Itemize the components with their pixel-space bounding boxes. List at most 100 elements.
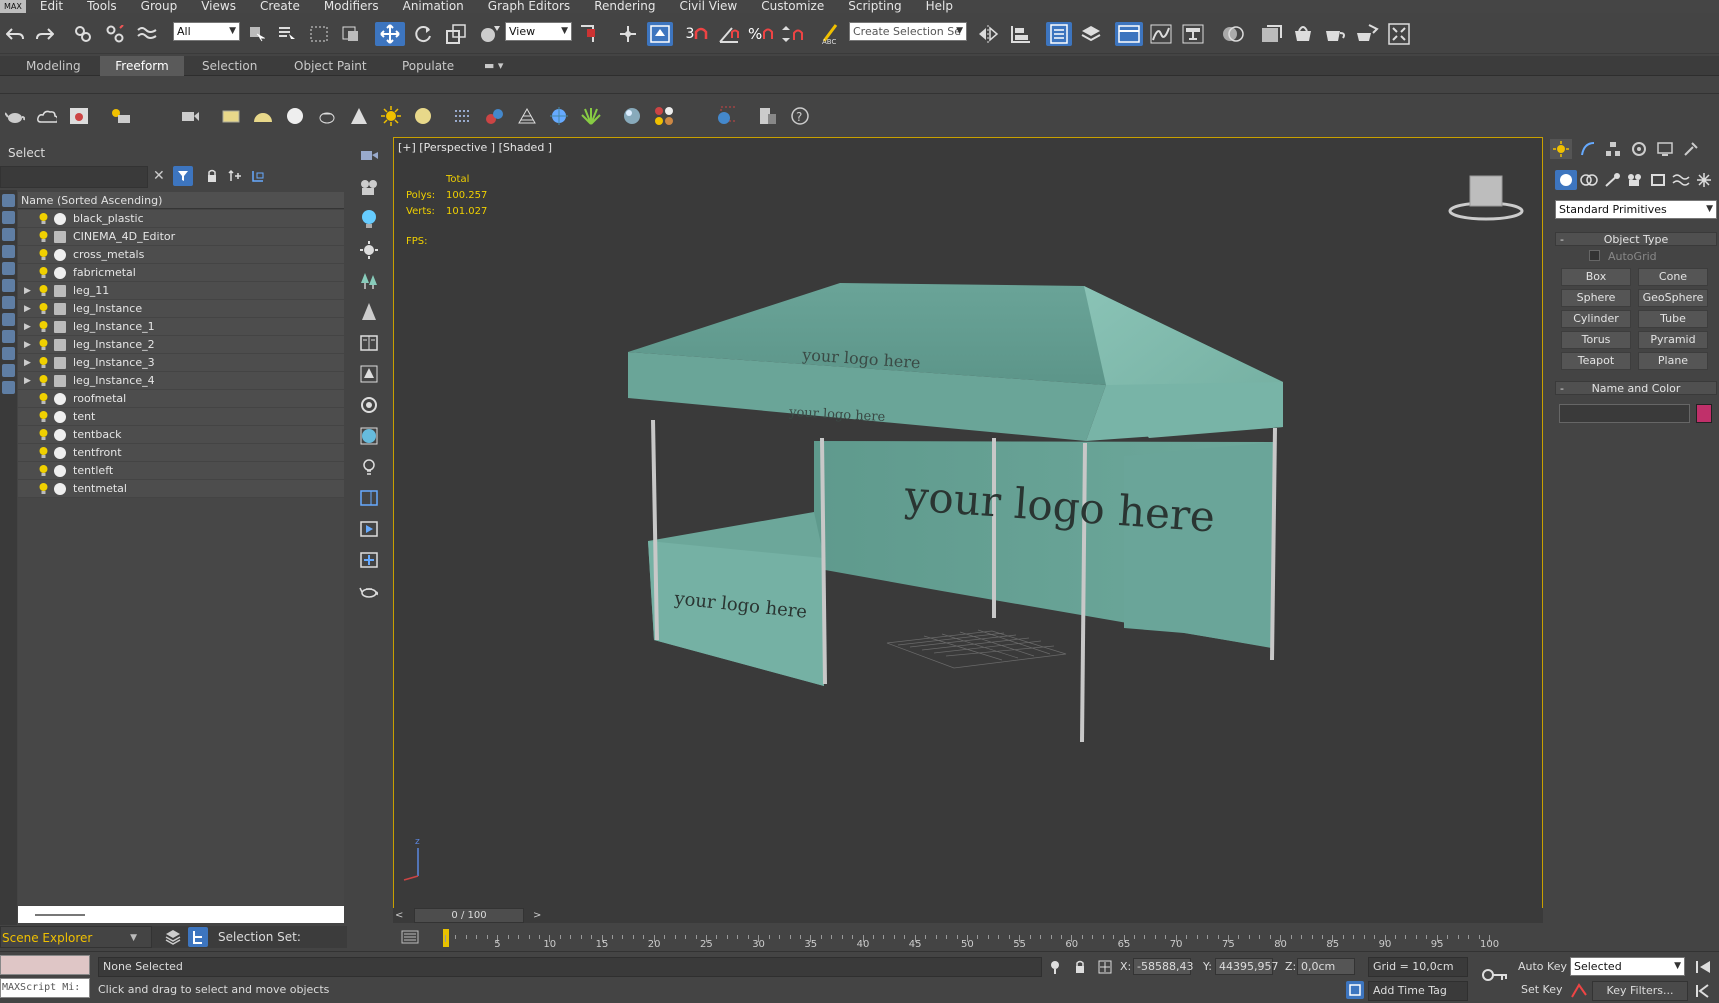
shapes-category-icon[interactable] — [1580, 172, 1598, 188]
tab-object-paint[interactable]: Object Paint — [284, 56, 377, 76]
lightbulb-icon[interactable] — [39, 321, 48, 333]
rendered-frame-window-icon[interactable] — [1289, 22, 1317, 46]
menu-modifiers[interactable]: Modifiers — [324, 0, 379, 13]
display-bones-icon[interactable] — [2, 330, 15, 343]
tree-row[interactable]: tentback — [18, 426, 344, 444]
layers-icon[interactable] — [164, 928, 182, 946]
display-groups-icon[interactable] — [2, 296, 15, 309]
reference-coordinate-dropdown[interactable]: View ▼ — [505, 22, 572, 41]
layout-tab-1-icon[interactable] — [359, 488, 379, 508]
keyboard-shortcut-override-icon[interactable] — [647, 22, 673, 46]
previous-key-icon[interactable] — [1694, 983, 1712, 999]
lightbulb-icon[interactable] — [39, 339, 48, 351]
tree-row[interactable]: ▶ leg_Instance_4 — [18, 372, 344, 390]
z-coordinate-field[interactable]: 0,0cm — [1297, 958, 1355, 975]
curve-editor-icon[interactable] — [1148, 22, 1174, 46]
perspective-viewport[interactable]: your logo here your logo here your logo … — [393, 137, 1543, 909]
select-and-move-icon[interactable] — [375, 22, 405, 46]
maxscript-mini-listener[interactable]: MAXScript Mi: — [0, 978, 90, 998]
systems-category-icon[interactable] — [1695, 172, 1713, 188]
tab-modeling[interactable]: Modeling — [16, 56, 91, 76]
autogrid-checkbox[interactable] — [1589, 250, 1600, 261]
image-panel-icon[interactable] — [69, 106, 89, 126]
tree-row[interactable]: black_plastic — [18, 210, 344, 228]
display-shapes-icon[interactable] — [2, 211, 15, 224]
cone-primitive-icon[interactable] — [349, 106, 369, 126]
undo-icon[interactable] — [4, 22, 26, 46]
teapot-primitive-icon[interactable] — [317, 106, 337, 126]
menu-scripting[interactable]: Scripting — [848, 0, 901, 13]
set-key-mode-icon[interactable] — [1482, 968, 1508, 982]
bind-space-warp-icon[interactable] — [136, 22, 158, 46]
tree-row[interactable]: ▶ leg_11 — [18, 282, 344, 300]
redo-icon[interactable] — [34, 22, 56, 46]
filter-toggle-icon[interactable] — [173, 166, 193, 186]
select-by-name-icon[interactable] — [276, 22, 298, 46]
lightbulb-icon[interactable] — [39, 411, 48, 423]
pivot-center-icon[interactable] — [577, 22, 601, 46]
x-coordinate-field[interactable]: -58588,43 — [1133, 958, 1193, 975]
sphere-view-icon[interactable] — [359, 426, 379, 446]
material-editor-icon[interactable] — [1219, 22, 1247, 46]
align-icon[interactable] — [1008, 22, 1034, 46]
tree-row[interactable]: ▶ leg_Instance_3 — [18, 354, 344, 372]
display-xrefs-icon[interactable] — [2, 313, 15, 326]
absolute-mode-icon[interactable] — [1098, 960, 1112, 974]
cone-view-icon[interactable] — [359, 302, 379, 322]
ribbon-options-dropdown[interactable]: ▬ ▾ — [474, 56, 513, 76]
lightbulb-icon[interactable] — [39, 285, 48, 297]
display-cameras-icon[interactable] — [2, 245, 15, 258]
select-and-place-icon[interactable] — [477, 22, 503, 46]
object-name-field[interactable] — [1559, 404, 1690, 423]
menu-tools[interactable]: Tools — [87, 0, 117, 13]
explorer-search-input[interactable] — [0, 166, 148, 188]
add-to-selection-icon[interactable] — [228, 169, 242, 183]
display-helpers-icon[interactable] — [2, 262, 15, 275]
set-key-button[interactable]: Set Key — [1521, 983, 1563, 996]
time-slider-track[interactable] — [393, 908, 1543, 923]
go-to-start-icon[interactable] — [1694, 959, 1712, 975]
motion-tab-icon[interactable] — [1628, 139, 1650, 159]
object-color-swatch[interactable] — [1696, 404, 1712, 423]
menu-create[interactable]: Create — [260, 0, 300, 13]
light-bulb-view-icon[interactable] — [359, 209, 379, 229]
select-children-icon[interactable] — [251, 169, 265, 183]
box-button[interactable]: Box — [1561, 268, 1631, 286]
menu-rendering[interactable]: Rendering — [594, 0, 655, 13]
spinner-snap-icon[interactable] — [780, 22, 806, 46]
tree-row[interactable]: ▶ leg_Instance_1 — [18, 318, 344, 336]
next-frame-icon[interactable]: > — [533, 910, 545, 922]
lightbulb-icon[interactable] — [39, 375, 48, 387]
cylinder-button[interactable]: Cylinder — [1561, 310, 1631, 328]
tab-freeform[interactable]: Freeform — [100, 56, 184, 76]
create-tab-icon[interactable] — [1550, 139, 1572, 159]
tree-foliage-icon[interactable] — [359, 271, 379, 291]
tab-populate[interactable]: Populate — [392, 56, 464, 76]
render-production-icon[interactable] — [1321, 22, 1349, 46]
named-selection-set-dropdown[interactable]: Create Selection Se ▼ — [849, 22, 967, 41]
cloud-icon[interactable] — [37, 106, 57, 126]
pyramid-button[interactable]: Pyramid — [1638, 331, 1708, 349]
menu-civil-view[interactable]: Civil View — [679, 0, 737, 13]
tree-row[interactable]: cross_metals — [18, 246, 344, 264]
tree-row[interactable]: ▶ leg_Instance_2 — [18, 336, 344, 354]
scene-explorer-dropdown[interactable]: Scene Explorer ▼ — [0, 926, 152, 948]
environment-icon[interactable] — [622, 106, 642, 126]
tree-row[interactable]: ▶ leg_Instance — [18, 300, 344, 318]
torus-button[interactable]: Torus — [1561, 331, 1631, 349]
tree-panel-icon[interactable] — [359, 364, 379, 384]
render-region-icon[interactable] — [716, 106, 736, 126]
help-icon[interactable]: ? — [790, 106, 810, 126]
selection-filter-dropdown[interactable]: All ▼ — [173, 22, 240, 41]
menu-views[interactable]: Views — [201, 0, 236, 13]
tree-row[interactable]: fabricmetal — [18, 264, 344, 282]
lightbulb-icon[interactable] — [39, 483, 48, 495]
select-and-rotate-icon[interactable] — [411, 22, 435, 46]
layout-tab-3-icon[interactable] — [359, 550, 379, 570]
tree-row[interactable]: tentleft — [18, 462, 344, 480]
snaps-toggle-icon[interactable]: 3 — [684, 22, 710, 46]
plane-primitive-icon[interactable] — [221, 106, 241, 126]
render-setup-icon[interactable] — [1257, 22, 1285, 46]
display-tab-icon[interactable] — [1654, 139, 1676, 159]
massfx-icon[interactable] — [485, 106, 505, 126]
